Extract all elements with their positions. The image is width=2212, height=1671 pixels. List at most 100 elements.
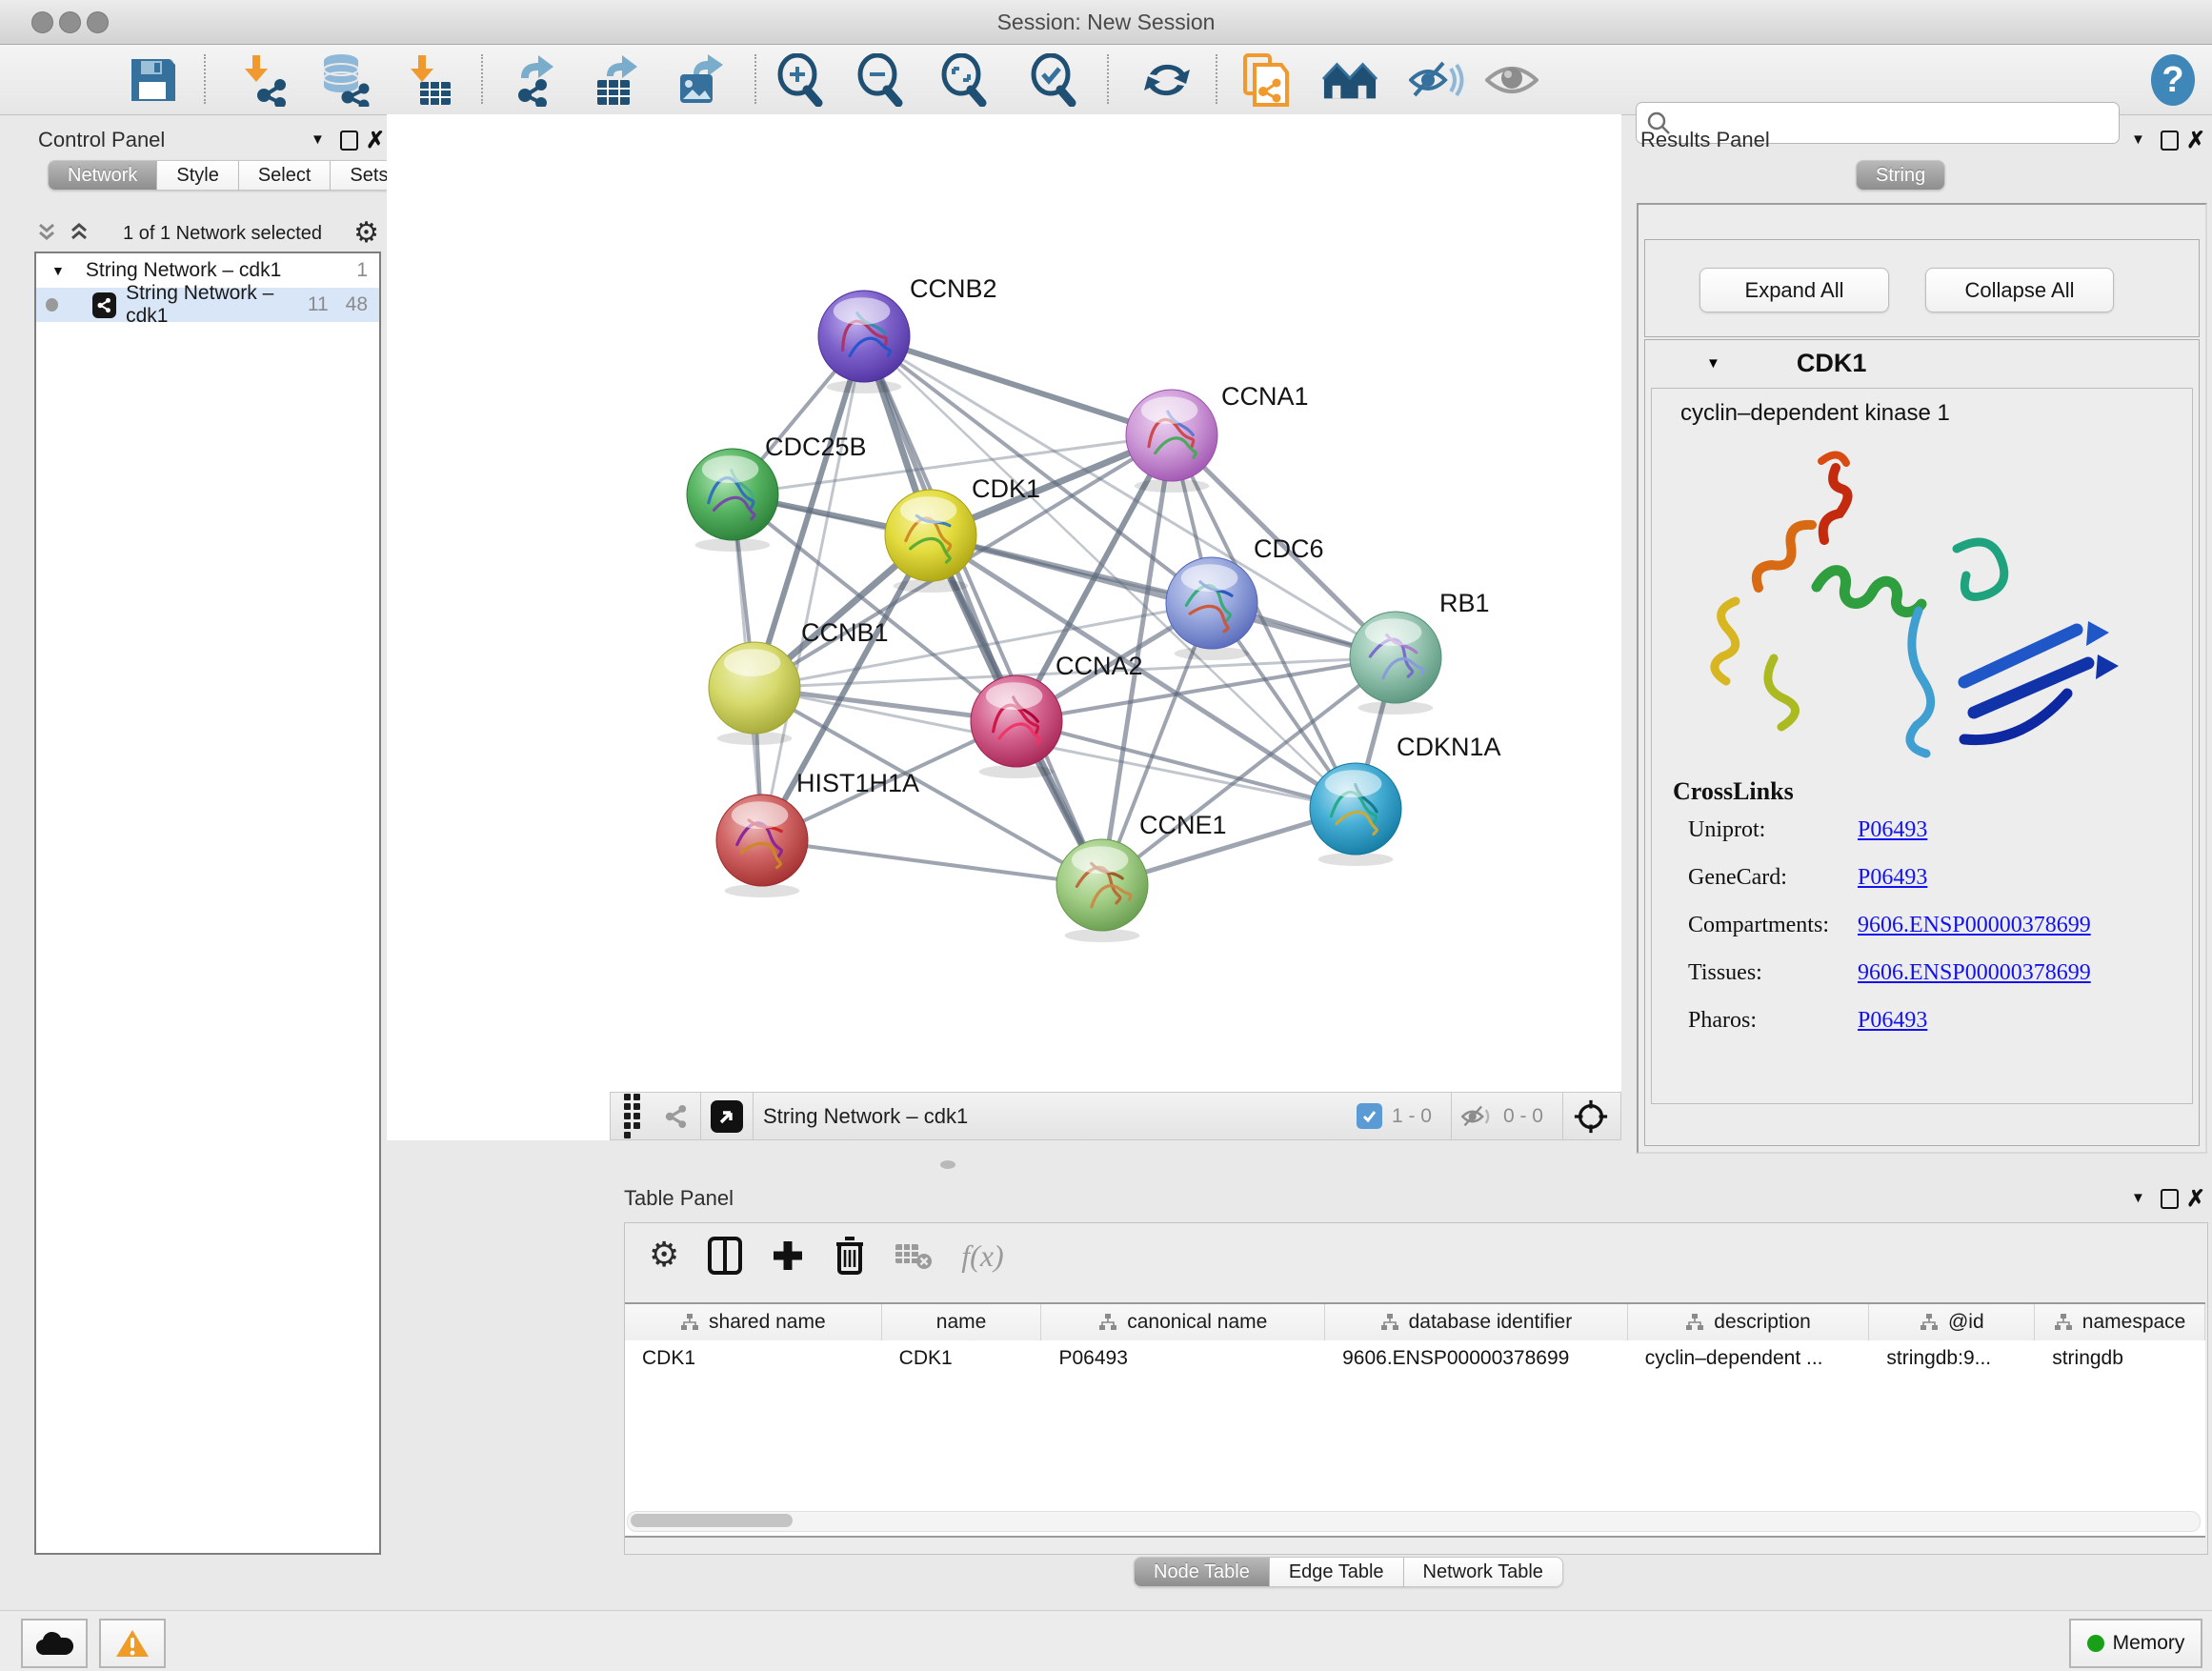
- import-network-button[interactable]: [237, 52, 292, 108]
- delete-column-trash-icon[interactable]: [834, 1237, 866, 1275]
- network-node-hist1h1a[interactable]: HIST1H1A: [716, 769, 919, 897]
- copy-style-button[interactable]: [1238, 52, 1294, 108]
- table-cell[interactable]: P06493: [1041, 1340, 1325, 1377]
- graph-edge[interactable]: [931, 535, 1396, 657]
- results-panel-float-button[interactable]: [2161, 131, 2179, 151]
- help-button[interactable]: ?: [2145, 52, 2201, 108]
- open-string-home-button[interactable]: [1322, 52, 1377, 108]
- network-node-ccne1[interactable]: CCNE1: [1056, 811, 1227, 942]
- memory-button[interactable]: Memory: [2069, 1619, 2202, 1668]
- toolbar-separator: [754, 54, 756, 104]
- hide-glass-effect-button[interactable]: [1409, 52, 1464, 108]
- export-network-button[interactable]: [508, 52, 563, 108]
- tab-node-table[interactable]: Node Table: [1134, 1557, 1270, 1587]
- tree-expander-icon[interactable]: ▼: [51, 263, 65, 278]
- crosslink-value-link[interactable]: 9606.ENSP00000378699: [1858, 913, 2091, 938]
- graph-edge[interactable]: [762, 840, 1102, 885]
- eye-slash-icon: [1409, 59, 1464, 101]
- graph-edge[interactable]: [864, 336, 1172, 435]
- crosslink-value-link[interactable]: 9606.ENSP00000378699: [1858, 960, 2091, 986]
- grid-view-icon[interactable]: [624, 1094, 649, 1138]
- tab-network[interactable]: Network: [48, 160, 157, 191]
- column-header--id[interactable]: @id: [1869, 1304, 2035, 1340]
- network-node-cdc25b[interactable]: CDC25B: [687, 433, 867, 552]
- crosslink-row: Uniprot:P06493: [1688, 817, 1765, 843]
- detach-view-icon[interactable]: [711, 1100, 743, 1133]
- show-columns-icon[interactable]: [708, 1237, 742, 1275]
- network-node-ccnb2[interactable]: CCNB2: [818, 274, 997, 393]
- table-options-gear-icon[interactable]: ⚙: [649, 1241, 679, 1270]
- share-view-icon[interactable]: [662, 1102, 691, 1131]
- tab-edge-table[interactable]: Edge Table: [1270, 1557, 1404, 1587]
- results-panel-close-button[interactable]: ✗: [2186, 131, 2205, 151]
- network-options-gear-icon[interactable]: ⚙: [353, 219, 379, 248]
- zoom-out-button[interactable]: [852, 52, 907, 108]
- network-canvas[interactable]: CCNB2CCNA1CDC25BCDK1CDC6RB1CCNB1CCNA2CDK…: [387, 114, 1621, 1140]
- tab-style[interactable]: Style: [157, 160, 238, 191]
- selected-checkbox-icon[interactable]: [1357, 1103, 1382, 1129]
- import-table-button[interactable]: [403, 52, 458, 108]
- show-graphics-details-button[interactable]: [1484, 52, 1539, 108]
- expand-all-icon[interactable]: [67, 221, 91, 246]
- graph-edge[interactable]: [864, 336, 1102, 885]
- table-panel-close-button[interactable]: ✗: [2186, 1190, 2205, 1209]
- table-cell[interactable]: 9606.ENSP00000378699: [1325, 1340, 1628, 1377]
- column-header-database-identifier[interactable]: database identifier: [1325, 1304, 1628, 1340]
- column-header-canonical-name[interactable]: canonical name: [1041, 1304, 1325, 1340]
- tab-select[interactable]: Select: [239, 160, 332, 191]
- column-header-shared-name[interactable]: shared name: [625, 1304, 882, 1340]
- table-horizontal-scrollbar[interactable]: [627, 1511, 2201, 1532]
- network-node-cdkn1a[interactable]: CDKN1A: [1310, 733, 1501, 866]
- crosslink-value-link[interactable]: P06493: [1858, 865, 1927, 891]
- table-panel-menu-caret[interactable]: ▼: [2131, 1190, 2145, 1206]
- entry-expander-icon[interactable]: ▼: [1706, 355, 1720, 372]
- delete-table-icon[interactable]: [895, 1240, 933, 1271]
- column-header-namespace[interactable]: namespace: [2035, 1304, 2205, 1340]
- zoom-selected-button[interactable]: [1025, 52, 1080, 108]
- table-cell[interactable]: stringdb:9...: [1869, 1340, 2035, 1377]
- warnings-button[interactable]: [99, 1619, 166, 1668]
- export-image-button[interactable]: [674, 52, 729, 108]
- network-node-ccna1[interactable]: CCNA1: [1126, 382, 1309, 493]
- table-cell[interactable]: CDK1: [882, 1340, 1042, 1377]
- table-cell[interactable]: cyclin–dependent ...: [1628, 1340, 1870, 1377]
- control-panel-float-button[interactable]: [340, 131, 358, 151]
- cloud-button[interactable]: [21, 1619, 88, 1668]
- network-node-rb1[interactable]: RB1: [1350, 589, 1490, 715]
- expand-all-button[interactable]: Expand All: [1699, 268, 1889, 312]
- tab-string[interactable]: String: [1856, 160, 1945, 191]
- zoom-in-button[interactable]: [772, 52, 827, 108]
- hidden-eye-slash-icon[interactable]: [1461, 1104, 1494, 1129]
- column-header-name[interactable]: name: [882, 1304, 1042, 1340]
- scrollbar-thumb[interactable]: [631, 1514, 793, 1527]
- table-cell[interactable]: CDK1: [625, 1340, 882, 1377]
- network-row[interactable]: String Network – cdk1 11 48: [36, 288, 379, 322]
- crosslink-value-link[interactable]: P06493: [1858, 817, 1927, 843]
- results-panel-menu-caret[interactable]: ▼: [2131, 131, 2145, 148]
- network-node-cdc6[interactable]: CDC6: [1166, 534, 1324, 660]
- control-panel-menu-caret[interactable]: ▼: [311, 131, 325, 148]
- column-type-icon: [1380, 1313, 1399, 1332]
- node-label: RB1: [1439, 589, 1490, 617]
- fit-selected-crosshair-icon[interactable]: [1573, 1098, 1609, 1135]
- tab-network-table[interactable]: Network Table: [1404, 1557, 1563, 1587]
- apply-layout-button[interactable]: [1139, 52, 1195, 108]
- collapse-all-icon[interactable]: [34, 221, 59, 246]
- open-session-button[interactable]: [39, 52, 94, 108]
- crosslink-value-link[interactable]: P06493: [1858, 1008, 1927, 1034]
- horizontal-splitter-handle[interactable]: [940, 1160, 955, 1169]
- protein-entry-header[interactable]: ▼ CDK1: [1645, 340, 2199, 386]
- export-table-button[interactable]: [590, 52, 645, 108]
- table-row[interactable]: CDK1CDK1P064939606.ENSP00000378699cyclin…: [625, 1340, 2205, 1377]
- table-cell[interactable]: stringdb: [2035, 1340, 2205, 1377]
- save-session-button[interactable]: [125, 52, 180, 108]
- import-network-from-database-button[interactable]: [317, 52, 372, 108]
- function-builder-icon[interactable]: f(x): [961, 1238, 1003, 1274]
- collapse-all-button[interactable]: Collapse All: [1925, 268, 2114, 312]
- create-column-plus-icon[interactable]: [771, 1238, 805, 1273]
- column-header-description[interactable]: description: [1628, 1304, 1870, 1340]
- network-node-cdk1[interactable]: CDK1: [885, 474, 1040, 593]
- control-panel-close-button[interactable]: ✗: [366, 131, 385, 151]
- table-panel-float-button[interactable]: [2161, 1189, 2179, 1209]
- zoom-fit-button[interactable]: [935, 52, 991, 108]
